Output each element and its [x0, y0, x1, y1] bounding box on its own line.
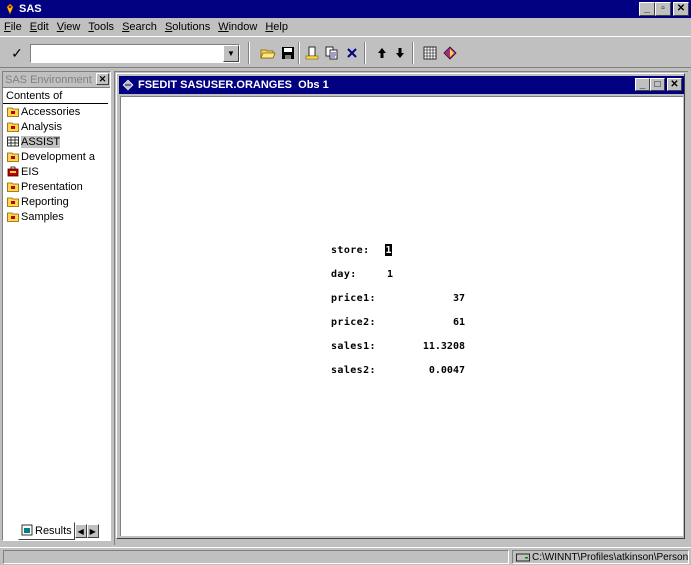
tree-item-label: Analysis	[21, 120, 62, 133]
fsedit-minimize-button[interactable]: _	[635, 78, 650, 91]
tree-item-presentation[interactable]: Presentation	[3, 179, 110, 194]
results-icon	[21, 524, 33, 539]
menu-search[interactable]: Search	[122, 21, 157, 33]
tree-item-reporting[interactable]: Reporting	[3, 194, 110, 209]
explorer-title: SAS Environment	[5, 73, 92, 86]
sales2-label: sales2:	[331, 365, 376, 376]
sales1-label: sales1:	[331, 341, 376, 352]
sas-logo-icon	[3, 3, 16, 16]
menu-bar: File Edit View Tools Search Solutions Wi…	[0, 18, 691, 36]
eis-icon	[7, 166, 19, 177]
results-tab-label: Results	[35, 525, 72, 537]
copy-icon[interactable]	[322, 44, 342, 62]
assist-icon	[7, 136, 19, 147]
toolbar: ✓ ▼	[0, 36, 691, 68]
explorer-title-bar: SAS Environment ✕	[3, 72, 110, 88]
scroll-right-icon[interactable]: ▶	[86, 524, 99, 538]
folder-icon	[7, 211, 19, 222]
store-field[interactable]: 1	[385, 244, 392, 256]
price2-field[interactable]: 61	[411, 317, 465, 328]
menu-solutions[interactable]: Solutions	[165, 21, 210, 33]
arrow-up-icon[interactable]	[372, 44, 392, 62]
menu-edit[interactable]: Edit	[30, 21, 49, 33]
app-title-bar: SAS _ ▫ ✕	[0, 0, 691, 18]
tree-item-samples[interactable]: Samples	[3, 209, 110, 224]
arrow-down-icon[interactable]	[390, 44, 410, 62]
folder-icon	[7, 151, 19, 162]
menu-help[interactable]: Help	[265, 21, 288, 33]
results-tab[interactable]: Results	[18, 522, 75, 540]
fsedit-title-bar: FSEDIT SASUSER.ORANGES Obs 1 _ □ ✕	[119, 76, 684, 94]
command-input[interactable]	[31, 45, 221, 61]
restore-button[interactable]: ▫	[655, 2, 671, 16]
day-label: day:	[331, 269, 357, 280]
tree-item-assist[interactable]: ASSIST	[3, 134, 110, 149]
tree-item-label: Reporting	[21, 195, 69, 208]
menu-view[interactable]: View	[57, 21, 81, 33]
toolbar-separator	[412, 42, 414, 64]
tree-item-analysis[interactable]: Analysis	[3, 119, 110, 134]
contents-of-label: Contents of	[3, 88, 108, 104]
menu-file[interactable]: File	[4, 21, 22, 33]
delete-icon[interactable]	[342, 44, 362, 62]
fsedit-window: FSEDIT SASUSER.ORANGES Obs 1 _ □ ✕ store…	[116, 73, 685, 539]
open-folder-icon[interactable]	[258, 44, 278, 62]
tree-item-label: Presentation	[21, 180, 83, 193]
tree-item-label: EIS	[21, 165, 39, 178]
folder-icon	[7, 121, 19, 132]
menu-tools[interactable]: Tools	[88, 21, 114, 33]
toolbar-separator	[248, 42, 250, 64]
fsedit-close-button[interactable]: ✕	[667, 78, 682, 91]
folder-icon	[7, 106, 19, 117]
chevron-down-icon[interactable]: ▼	[223, 45, 239, 62]
store-label: store:	[331, 245, 370, 256]
drive-icon	[516, 553, 530, 562]
price2-label: price2:	[331, 317, 376, 328]
tree-item-eis[interactable]: EIS	[3, 164, 110, 179]
tree-item-label: Accessories	[21, 105, 81, 118]
status-message-area	[3, 550, 509, 564]
save-icon[interactable]	[278, 44, 298, 62]
status-path-panel[interactable]: C:\WINNT\Profiles\atkinson\Person	[512, 550, 689, 564]
results-tab-bar: Results ◀ ▶	[18, 522, 106, 540]
price1-label: price1:	[331, 293, 376, 304]
tree-item-label: ASSIST	[21, 135, 61, 148]
app-title: SAS	[19, 3, 42, 15]
fsedit-title: FSEDIT SASUSER.ORANGES Obs 1	[138, 79, 329, 91]
toolbar-separator	[364, 42, 366, 64]
folder-icon	[7, 196, 19, 207]
fsedit-maximize-button[interactable]: □	[650, 78, 665, 91]
command-box[interactable]: ▼	[30, 44, 240, 63]
grid-icon[interactable]	[420, 44, 440, 62]
status-path: C:\WINNT\Profiles\atkinson\Person	[532, 551, 689, 563]
tree-item-label: Samples	[21, 210, 64, 223]
folder-icon	[7, 181, 19, 192]
sales1-field[interactable]: 11.3208	[401, 341, 465, 352]
menu-window[interactable]: Window	[218, 21, 257, 33]
scroll-left-icon[interactable]: ◀	[74, 524, 87, 538]
price1-field[interactable]: 37	[411, 293, 465, 304]
toolbar-separator	[298, 42, 300, 64]
checkmark-icon[interactable]: ✓	[6, 44, 28, 62]
day-field[interactable]: 1	[369, 269, 393, 280]
cut-icon[interactable]	[302, 44, 322, 62]
minimize-button[interactable]: _	[639, 2, 655, 16]
close-icon[interactable]: ✕	[96, 73, 109, 85]
tree-item-development[interactable]: Development a	[3, 149, 110, 164]
sales2-field[interactable]: 0.0047	[401, 365, 465, 376]
fsedit-window-icon	[122, 79, 134, 91]
help-book-icon[interactable]	[440, 44, 460, 62]
tree-item-label: Development a	[21, 150, 95, 163]
status-bar: C:\WINNT\Profiles\atkinson\Person	[0, 547, 691, 565]
tree-item-accessories[interactable]: Accessories	[3, 104, 110, 119]
fsedit-form: store: 1 day: 1 price1: 37 price2: 61 sa…	[120, 96, 683, 536]
explorer-pane: SAS Environment ✕ Contents of Accessorie…	[2, 71, 111, 541]
close-button[interactable]: ✕	[673, 2, 689, 16]
